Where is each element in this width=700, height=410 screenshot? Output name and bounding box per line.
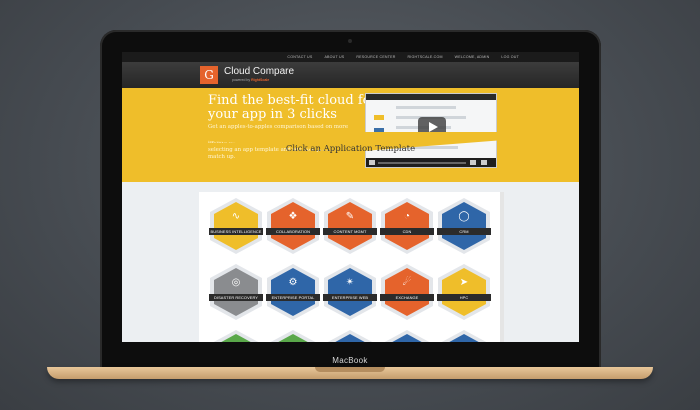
video-row xyxy=(396,106,456,109)
template-partial[interactable] xyxy=(380,330,434,342)
hero-headline: Find the best-fit cloud for your app in … xyxy=(208,93,377,122)
template-exchange[interactable]: ☄ EXCHANGE xyxy=(380,264,434,322)
template-hpc[interactable]: ➤ HPC xyxy=(437,264,491,322)
template-business-intelligence[interactable]: ∿ BUSINESS INTELLIGENCE xyxy=(209,198,263,256)
nav-welcome[interactable]: WELCOME, ADMIN xyxy=(455,55,490,59)
nav-contact-us[interactable]: CONTACT US xyxy=(287,55,312,59)
nav-resource-center[interactable]: RESOURCE CENTER xyxy=(356,55,395,59)
app-header: G Cloud Compare powered by RightScale xyxy=(122,62,579,88)
rocket-icon: ➤ xyxy=(459,277,469,288)
template-grid: ∿ BUSINESS INTELLIGENCE ❖ COLLABORATION ✎ CON… xyxy=(199,192,504,342)
nav-about-us[interactable]: ABOUT US xyxy=(324,55,344,59)
play-icon[interactable] xyxy=(369,160,375,165)
template-label: DISASTER RECOVERY xyxy=(209,294,263,301)
template-partial[interactable] xyxy=(323,330,377,342)
camera xyxy=(348,39,352,43)
video-controls xyxy=(366,158,496,167)
satellite-icon: ☄ xyxy=(402,277,412,288)
base-notch xyxy=(315,367,385,372)
section-title: Click an Application Template xyxy=(285,144,416,154)
template-enterprise-web[interactable]: ✴ ENTERPRISE WEB xyxy=(323,264,377,322)
template-collaboration[interactable]: ❖ COLLABORATION xyxy=(266,198,320,256)
scrollbar[interactable] xyxy=(500,192,504,342)
fullscreen-icon[interactable] xyxy=(481,160,487,165)
template-label: ENTERPRISE PORTAL xyxy=(266,294,320,301)
template-label: CONTENT MGMT xyxy=(323,228,377,235)
template-partial[interactable] xyxy=(266,330,320,342)
chat-icon: ◯ xyxy=(458,211,470,222)
template-content-mgmt[interactable]: ✎ CONTENT MGMT xyxy=(323,198,377,256)
template-partial[interactable] xyxy=(209,330,263,342)
template-label: CDN xyxy=(380,228,434,235)
template-enterprise-portal[interactable]: ⚙ ENTERPRISE PORTAL xyxy=(266,264,320,322)
pencil-icon: ✎ xyxy=(345,211,355,222)
network-icon: ❖ xyxy=(288,211,298,222)
video-player[interactable] xyxy=(365,93,497,168)
gear-icon: ⚙ xyxy=(288,277,298,288)
template-label: HPC xyxy=(437,294,491,301)
life-ring-icon: ◎ xyxy=(231,277,241,288)
template-cdn[interactable]: ◔ CDN xyxy=(380,198,434,256)
device-brand-label: MacBook xyxy=(332,356,368,365)
top-nav: CONTACT US ABOUT US RESOURCE CENTER RIGH… xyxy=(122,52,579,62)
powered-brand: RightScale xyxy=(251,78,270,82)
app-title[interactable]: Cloud Compare xyxy=(224,66,294,77)
nav-rightscale[interactable]: RIGHTSCALE.COM xyxy=(408,55,443,59)
template-disaster-recovery[interactable]: ◎ DISASTER RECOVERY xyxy=(209,264,263,322)
template-label: EXCHANGE xyxy=(380,294,434,301)
template-label: CRM xyxy=(437,228,491,235)
nav-logout[interactable]: LOG OUT xyxy=(501,55,519,59)
template-partial[interactable] xyxy=(437,330,491,342)
template-label: COLLABORATION xyxy=(266,228,320,235)
app-logo[interactable]: G xyxy=(200,66,218,84)
trend-line-icon: ∿ xyxy=(231,211,241,222)
powered-by: powered by RightScale xyxy=(232,78,269,82)
screen: CONTACT US ABOUT US RESOURCE CENTER RIGH… xyxy=(122,52,579,342)
powered-prefix: powered by xyxy=(232,78,251,82)
nodes-icon: ✴ xyxy=(345,277,355,288)
template-label: ENTERPRISE WEB xyxy=(323,294,377,301)
progress-bar[interactable] xyxy=(378,162,466,164)
gauge-icon: ◔ xyxy=(403,211,411,222)
laptop-lid: CONTACT US ABOUT US RESOURCE CENTER RIGH… xyxy=(100,30,601,375)
video-logo xyxy=(374,115,384,120)
volume-icon[interactable] xyxy=(470,160,476,165)
laptop-base xyxy=(47,367,653,379)
template-label: BUSINESS INTELLIGENCE xyxy=(209,228,263,235)
template-crm[interactable]: ◯ CRM xyxy=(437,198,491,256)
